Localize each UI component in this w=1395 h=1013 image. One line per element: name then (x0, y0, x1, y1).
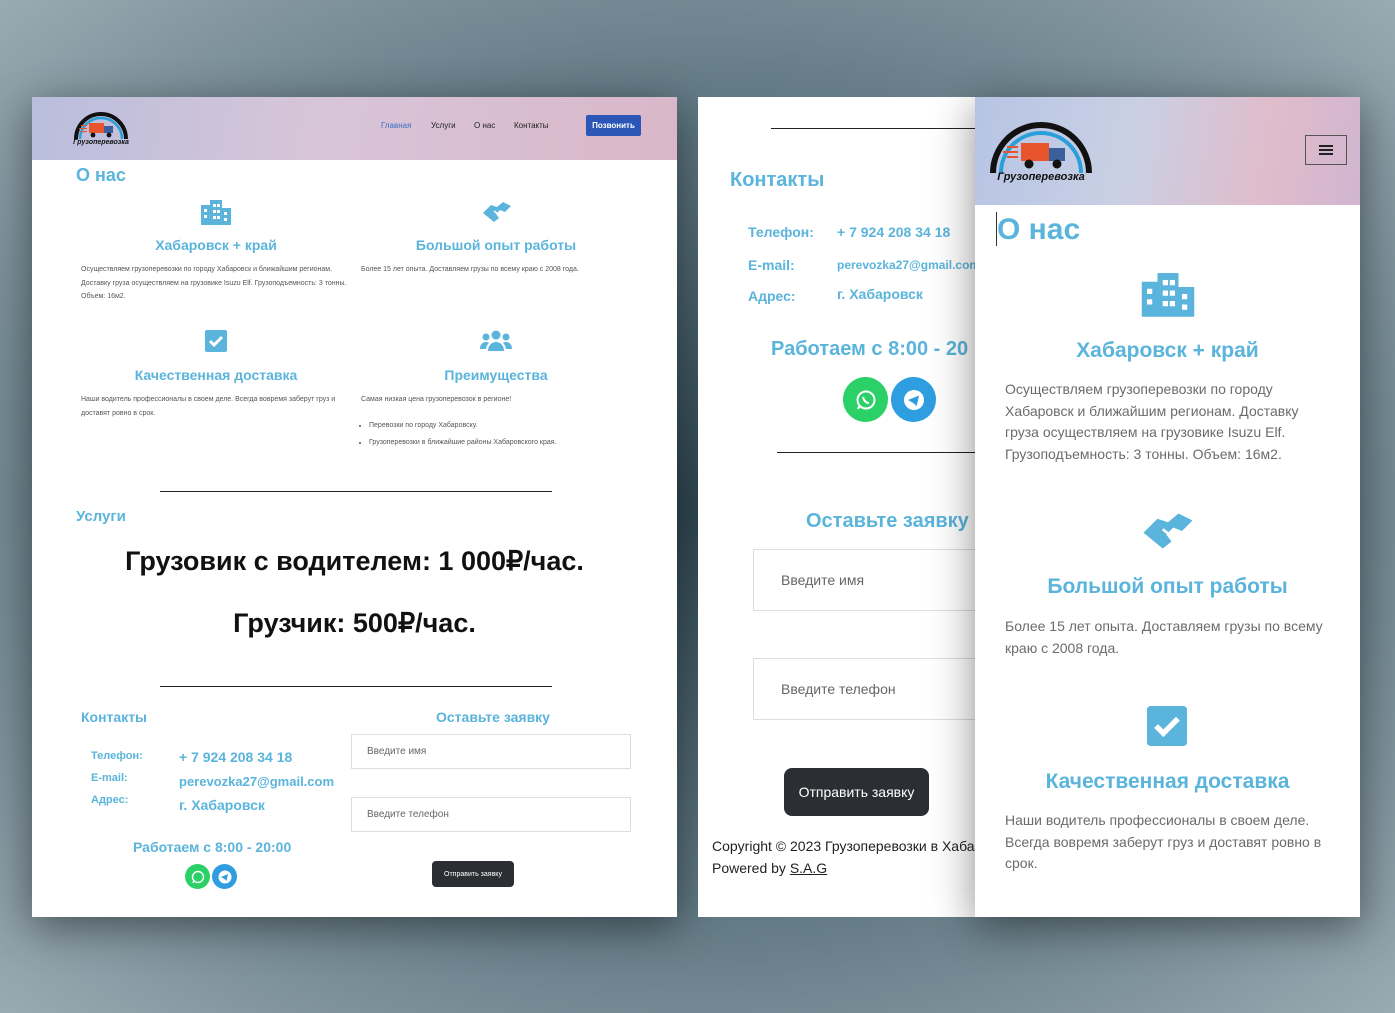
whatsapp-button[interactable] (185, 864, 210, 889)
mobile-contacts-screenshot: Контакты Телефон: + 7 924 208 34 18 E-ma… (698, 97, 998, 917)
contacts-heading: Контакты (81, 709, 148, 725)
logo-text: Грузоперевозка (73, 139, 129, 146)
nav-services[interactable]: Услуги (431, 121, 456, 130)
feature-text: Более 15 лет опыта. Доставляем грузы по … (361, 266, 579, 273)
phone-label: Телефон: (91, 750, 143, 762)
feature-text: Осуществляем грузоперевозки по городу Ха… (81, 266, 347, 300)
site-header: Грузоперевозка Главная Услуги О нас Конт… (32, 97, 677, 160)
site-logo[interactable]: Грузоперевозка (72, 103, 130, 147)
hamburger-icon (1319, 145, 1333, 155)
feature-text: Осуществляем грузоперевозки по городу Ха… (1005, 381, 1299, 462)
name-input[interactable]: Введите имя (753, 549, 998, 611)
nav-contacts[interactable]: Контакты (514, 121, 549, 130)
divider (771, 128, 998, 129)
email-link[interactable]: perevozka27@gmail.com (179, 774, 334, 789)
email-link[interactable]: perevozka27@gmail.com (837, 258, 980, 272)
mobile-header: Грузоперевозка (975, 97, 1360, 205)
feature-title: Большой опыт работы (1047, 575, 1288, 598)
email-label: E-mail: (748, 257, 795, 273)
feature-text: Самая низкая цена грузоперевозок в регио… (361, 396, 512, 403)
work-hours: Работаем с 8:00 - 20 (771, 338, 969, 360)
phone-link[interactable]: + 7 924 208 34 18 (837, 224, 950, 240)
name-input[interactable]: Введите имя (351, 734, 631, 769)
site-logo[interactable]: Грузоперевозка (989, 109, 1093, 189)
whatsapp-icon (191, 870, 204, 883)
telegram-button[interactable] (212, 864, 237, 889)
divider (160, 491, 552, 492)
telegram-button[interactable] (891, 377, 936, 422)
nav-home[interactable]: Главная (381, 121, 411, 130)
form-heading: Оставьте заявку (436, 709, 550, 725)
checkbox-icon (205, 330, 227, 357)
services-heading: Услуги (76, 508, 126, 525)
handshake-icon (1140, 508, 1196, 559)
handshake-icon (481, 199, 513, 230)
telegram-icon (218, 870, 231, 883)
form-heading: Оставьте заявку (806, 510, 969, 532)
logo-text: Грузоперевозка (997, 171, 1085, 183)
list-item: Грузоперевозки в ближайшие районы Хабаро… (369, 439, 649, 446)
call-button[interactable]: Позвонить (586, 115, 641, 136)
feature-text: Более 15 лет опыта. Доставляем грузы по … (1005, 618, 1323, 656)
phone-input[interactable]: Введите телефон (753, 658, 998, 720)
feature-title: Хабаровск + край (155, 237, 277, 253)
telegram-icon (903, 389, 924, 410)
whatsapp-icon (856, 390, 875, 409)
whatsapp-button[interactable] (843, 377, 888, 422)
work-hours: Работаем с 8:00 - 20:00 (133, 839, 292, 855)
author-link[interactable]: S.A.G (790, 860, 827, 876)
about-heading: О нас (76, 165, 126, 185)
feature-text: Наши водитель профессионалы в своем деле… (1005, 812, 1322, 871)
phone-label: Телефон: (748, 224, 814, 240)
about-heading: О нас (997, 213, 1081, 246)
desktop-screenshot: Грузоперевозка Главная Услуги О нас Конт… (32, 97, 677, 917)
price-loader: Грузчик: 500₽/час. (233, 608, 476, 638)
checkbox-icon (1147, 706, 1187, 751)
submit-button[interactable]: Отправить заявку (432, 861, 514, 887)
building-icon (1140, 271, 1196, 322)
address-label: Адрес: (91, 794, 129, 806)
feature-title: Большой опыт работы (415, 237, 577, 253)
list-item: Перевозки по городу Хабаровску. (369, 422, 649, 429)
powered-by: Powered by S.A.G (712, 860, 827, 876)
mobile-about-screenshot: Грузоперевозка О нас Хабаровск + край Ос… (975, 97, 1360, 917)
building-icon (200, 199, 232, 230)
divider (160, 686, 552, 687)
feature-title: Хабаровск + край (1076, 339, 1259, 362)
feature-text: Наши водитель профессионалы в своем деле… (81, 396, 336, 417)
copyright-text: Copyright © 2023 Грузоперевозки в Хабаро (712, 838, 991, 854)
advantages-list: Перевозки по городу Хабаровску. Грузопер… (359, 422, 649, 456)
address-label: Адрес: (748, 288, 796, 304)
address-value: г. Хабаровск (179, 797, 265, 813)
phone-input[interactable]: Введите телефон (351, 797, 631, 832)
submit-button[interactable]: Отправить заявку (784, 768, 929, 816)
email-label: E-mail: (91, 772, 128, 784)
feature-title: Качественная доставка (1045, 770, 1290, 793)
nav-about[interactable]: О нас (474, 121, 495, 130)
feature-title: Преимущества (444, 367, 548, 383)
menu-button[interactable] (1305, 135, 1347, 165)
feature-title: Качественная доставка (134, 367, 298, 383)
address-value: г. Хабаровск (837, 286, 923, 302)
phone-link[interactable]: + 7 924 208 34 18 (179, 749, 292, 765)
price-truck: Грузовик с водителем: 1 000₽/час. (125, 546, 584, 576)
powered-by-prefix: Powered by (712, 860, 790, 876)
contacts-heading: Контакты (730, 169, 825, 191)
users-icon (480, 329, 512, 358)
divider (777, 452, 997, 453)
